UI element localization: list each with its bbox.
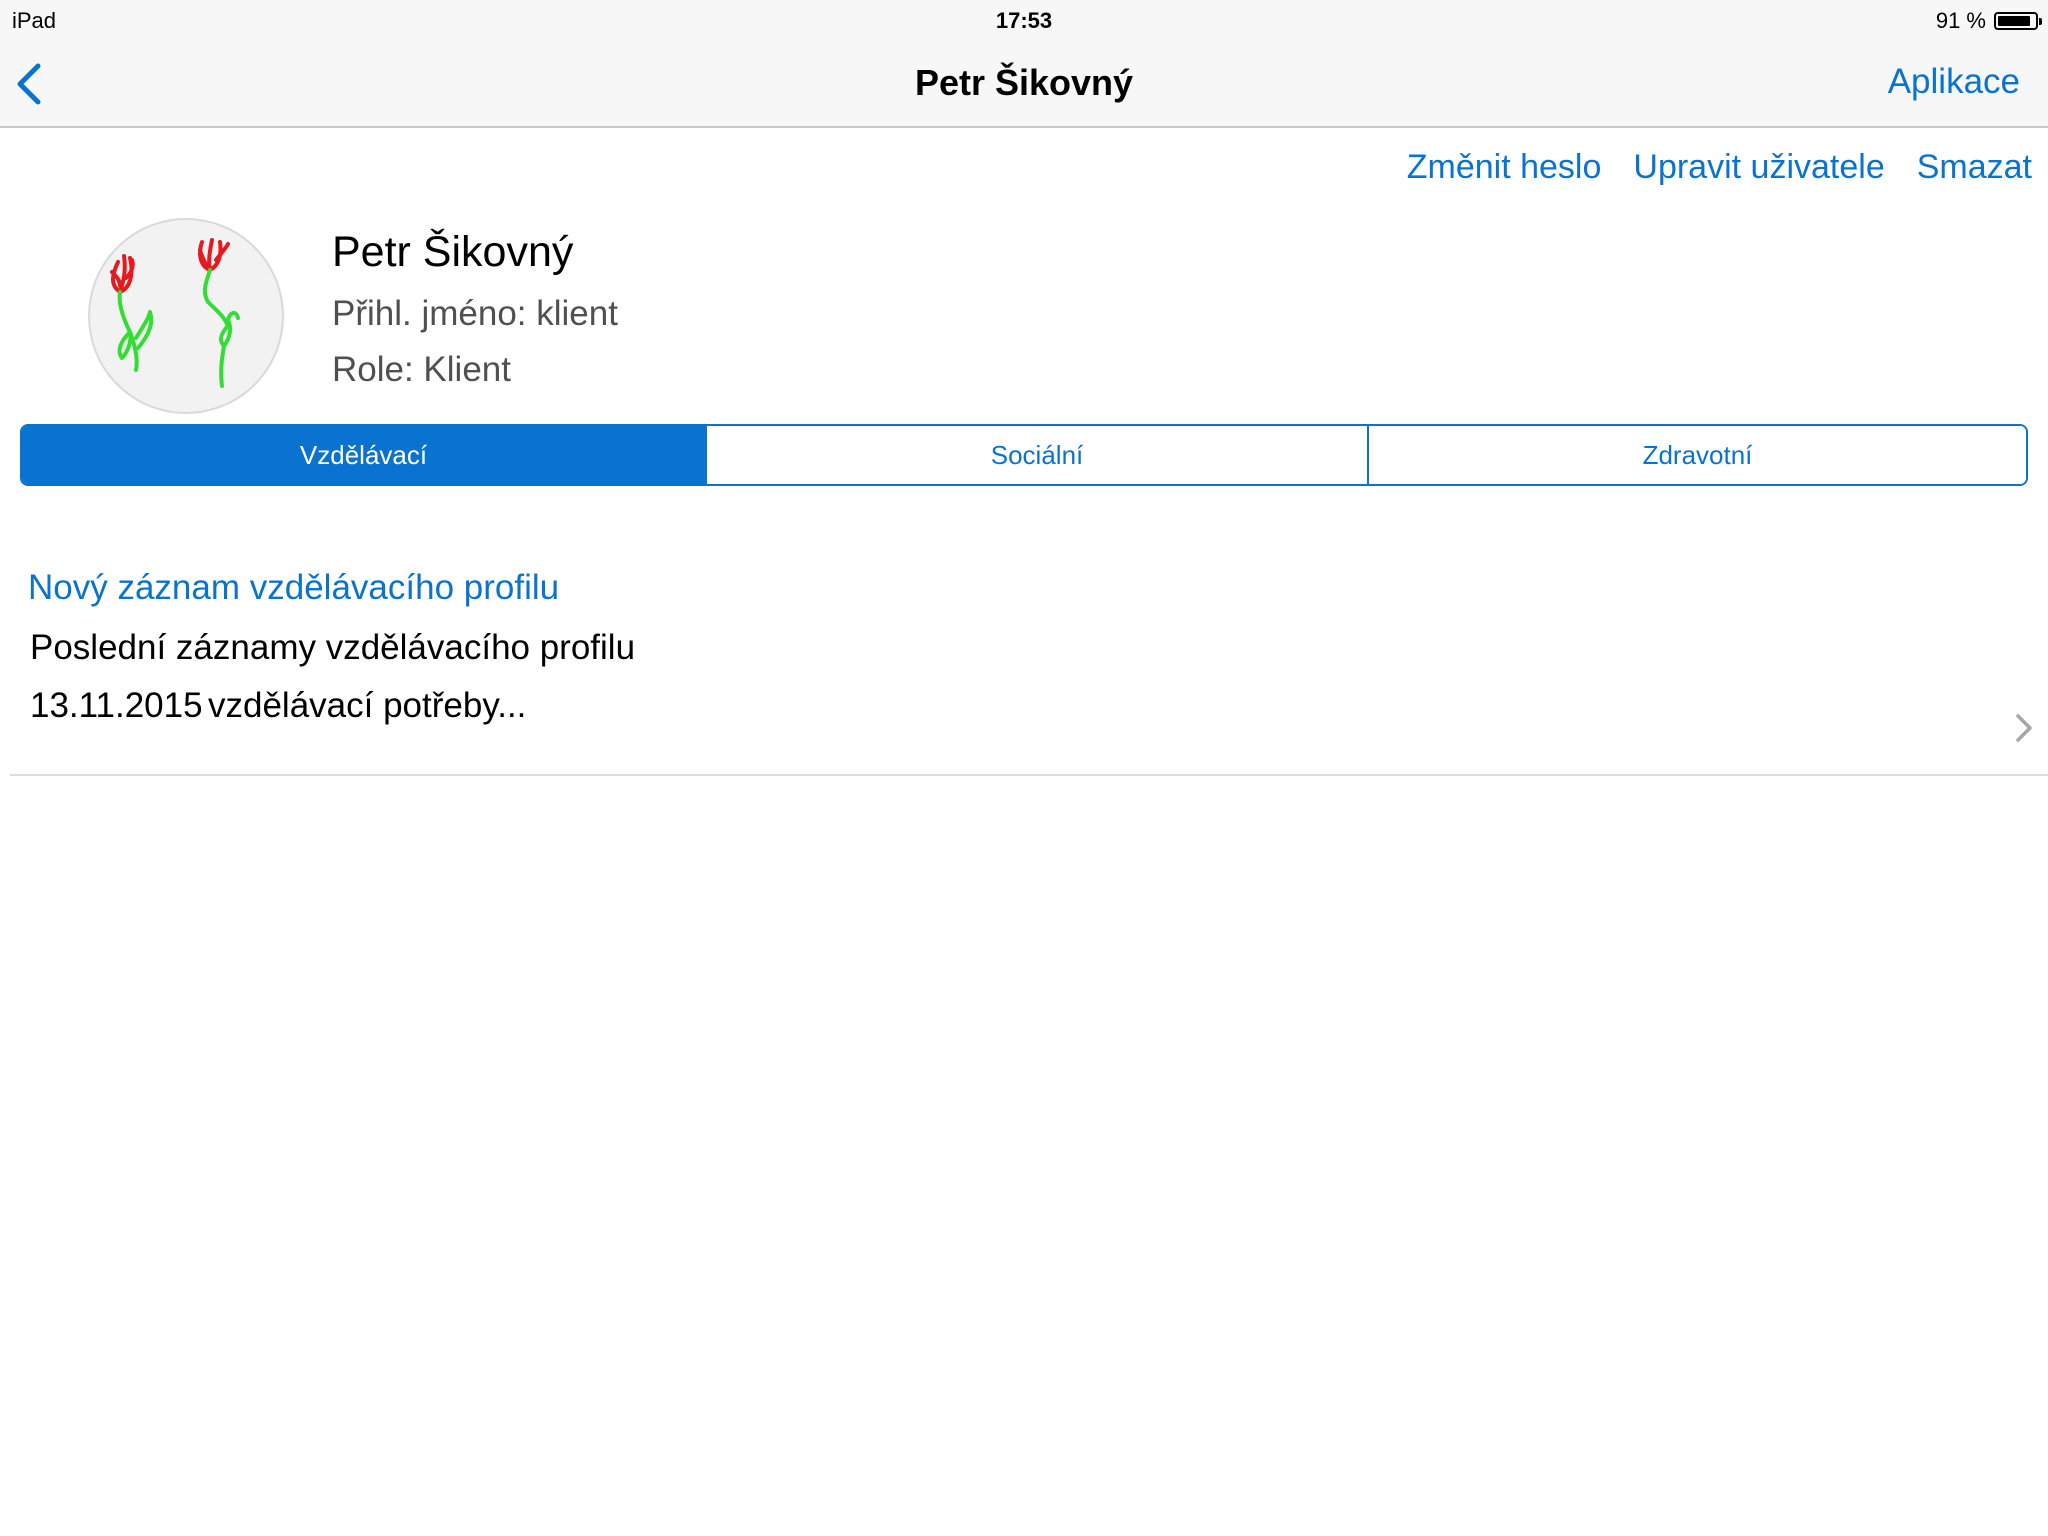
chevron-right-icon — [2016, 714, 2032, 742]
applications-button[interactable]: Aplikace — [1888, 62, 2020, 102]
list-item[interactable]: 13.11.2015 vzdělávací potřeby... — [10, 680, 2048, 776]
profile-name: Petr Šikovný — [332, 228, 574, 276]
profile-segmented-control: Vzdělávací Sociální Zdravotní — [20, 424, 2028, 486]
delete-button[interactable]: Smazat — [1917, 148, 2032, 187]
record-description: vzdělávací potřeby... — [208, 686, 527, 725]
avatar — [88, 218, 284, 414]
nav-title: Petr Šikovný — [914, 62, 1134, 103]
flowers-drawing-avatar — [110, 238, 240, 388]
battery-fill — [1998, 16, 2031, 26]
tab-social[interactable]: Sociální — [705, 426, 1367, 484]
profile-login: Přihl. jméno: klient — [332, 294, 618, 333]
record-date: 13.11.2015 — [30, 686, 203, 725]
status-time: 17:53 — [995, 8, 1053, 33]
recent-records-title: Poslední záznamy vzdělávacího profilu — [30, 628, 636, 667]
change-password-button[interactable]: Změnit heslo — [1407, 148, 1602, 187]
battery-status: 91 % — [1935, 8, 2042, 34]
new-education-record-link[interactable]: Nový záznam vzdělávacího profilu — [28, 568, 559, 608]
navigation-bar: Petr Šikovný Aplikace — [0, 40, 2048, 128]
edit-user-button[interactable]: Upravit uživatele — [1633, 148, 1884, 187]
tab-education[interactable]: Vzdělávací — [22, 426, 705, 484]
profile-role: Role: Klient — [332, 350, 511, 389]
user-actions: Změnit heslo Upravit uživatele Smazat — [1375, 148, 2032, 187]
battery-icon — [1994, 12, 2042, 30]
tab-health[interactable]: Zdravotní — [1367, 426, 2026, 484]
battery-percentage: 91 % — [1935, 8, 1986, 33]
status-bar: iPad 17:53 91 % — [0, 0, 2048, 40]
battery-tip — [2039, 18, 2042, 25]
